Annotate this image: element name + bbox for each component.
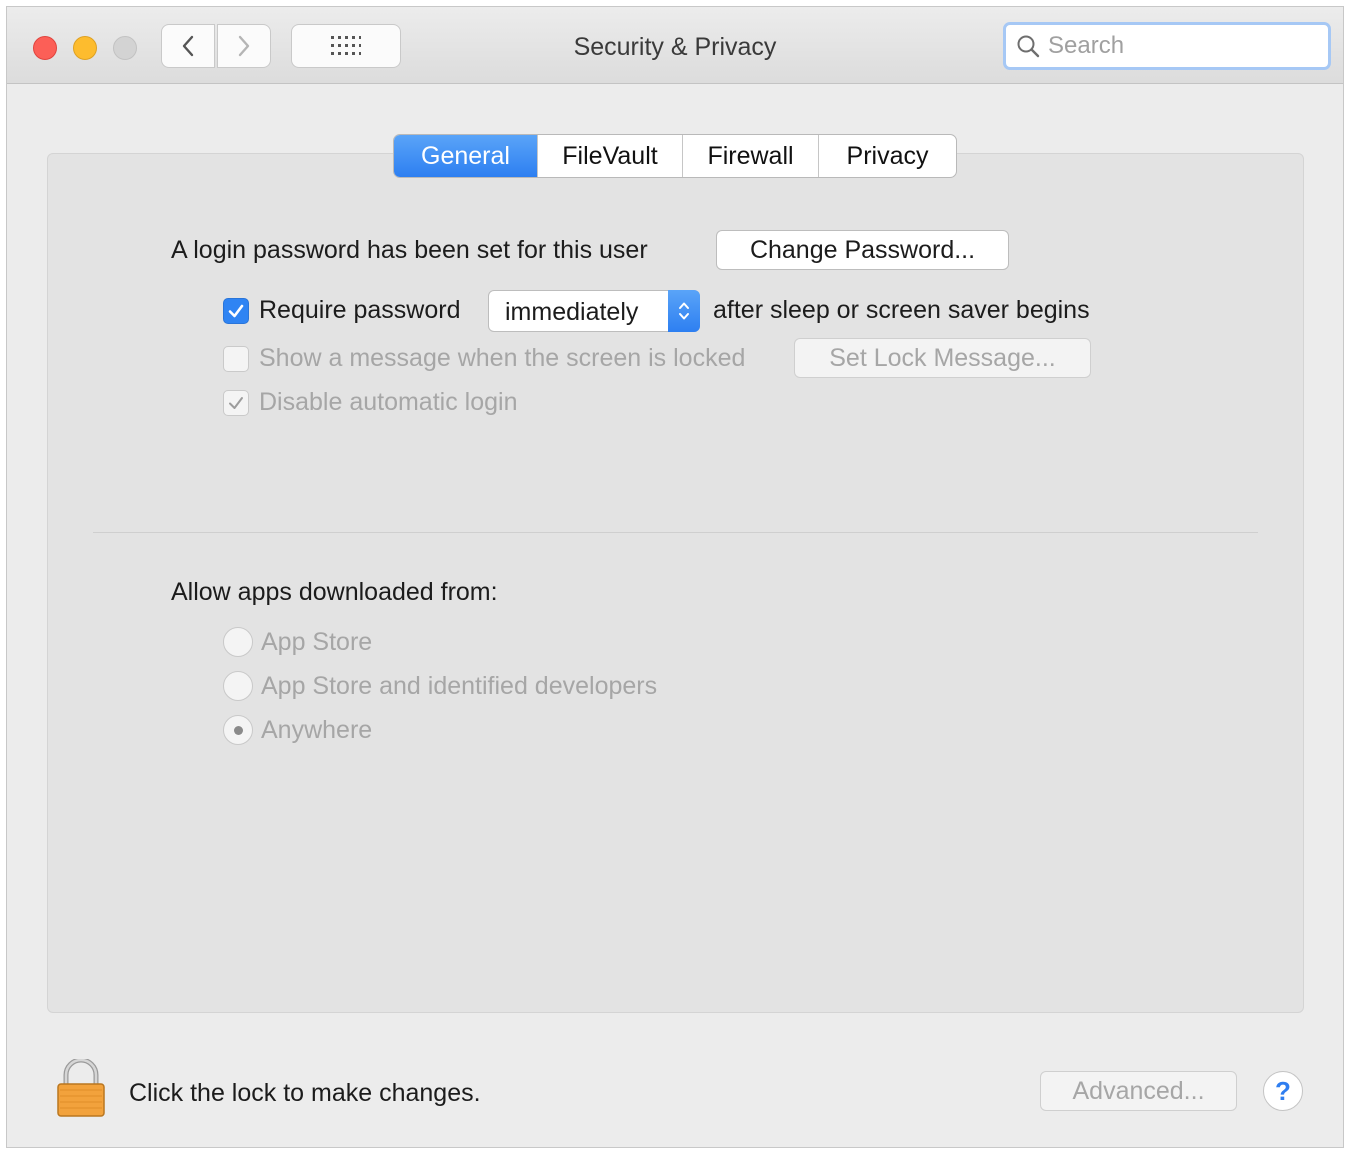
tab-general[interactable]: General — [394, 135, 538, 177]
radio-app-store[interactable] — [223, 627, 253, 657]
section-divider — [93, 532, 1258, 533]
checkmark-icon — [228, 304, 244, 318]
set-lock-message-button[interactable]: Set Lock Message... — [794, 338, 1091, 378]
show-message-checkbox[interactable] — [223, 346, 249, 372]
radio-anywhere-label: Anywhere — [261, 716, 373, 744]
close-button[interactable] — [33, 36, 57, 60]
lock-status-text: Click the lock to make changes. — [129, 1079, 481, 1107]
radio-anywhere[interactable] — [223, 715, 253, 745]
advanced-button[interactable]: Advanced... — [1040, 1071, 1237, 1111]
tab-bar: General FileVault Firewall Privacy — [393, 134, 957, 178]
chevron-left-icon — [182, 35, 194, 57]
radio-app-store-label: App Store — [261, 628, 373, 656]
disable-autologin-checkbox[interactable] — [223, 390, 249, 416]
search-field[interactable] — [1003, 22, 1331, 70]
require-password-label: Require password — [259, 296, 461, 324]
tab-firewall[interactable]: Firewall — [683, 135, 819, 177]
require-password-suffix: after sleep or screen saver begins — [713, 296, 1090, 324]
radio-selected-dot — [233, 725, 243, 735]
require-password-delay-select[interactable]: immediately — [488, 290, 700, 332]
minimize-button[interactable] — [73, 36, 97, 60]
show-all-button[interactable] — [291, 24, 401, 68]
radio-app-store-identified[interactable] — [223, 671, 253, 701]
search-input[interactable] — [1046, 31, 1310, 61]
grid-icon — [331, 36, 361, 55]
chevron-right-icon — [238, 35, 250, 57]
select-value: immediately — [505, 298, 639, 326]
allow-apps-heading: Allow apps downloaded from: — [171, 578, 498, 606]
tab-filevault[interactable]: FileVault — [538, 135, 683, 177]
forward-button[interactable] — [217, 24, 271, 68]
checkmark-icon — [229, 397, 243, 409]
radio-app-store-identified-label: App Store and identified developers — [261, 672, 658, 700]
search-icon — [1017, 35, 1040, 58]
disable-autologin-label: Disable automatic login — [259, 388, 518, 416]
back-button[interactable] — [161, 24, 215, 68]
login-password-text: A login password has been set for this u… — [171, 236, 648, 264]
title-bar: Security & Privacy — [7, 7, 1343, 84]
require-password-checkbox[interactable] — [223, 298, 249, 324]
lock-icon[interactable] — [57, 1057, 105, 1122]
window-title: Security & Privacy — [573, 33, 777, 61]
zoom-button[interactable] — [113, 36, 137, 60]
security-privacy-window: Security & Privacy General FileVault Fir… — [6, 6, 1344, 1148]
updown-chevron-icon — [668, 290, 700, 332]
tab-privacy[interactable]: Privacy — [819, 135, 956, 177]
change-password-button[interactable]: Change Password... — [716, 230, 1009, 270]
show-message-label: Show a message when the screen is locked — [259, 344, 746, 372]
help-button[interactable]: ? — [1263, 1071, 1303, 1111]
